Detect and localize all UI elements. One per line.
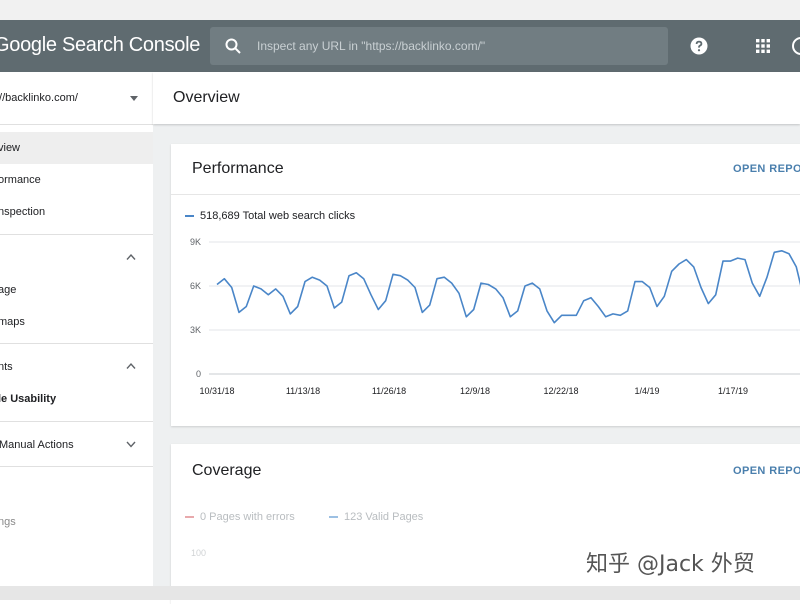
x-tick-label: 11/13/18 bbox=[286, 386, 320, 396]
sidebar-section-label: Manual Actions bbox=[0, 439, 74, 451]
dropdown-caret-icon bbox=[130, 96, 138, 101]
series-line-clicks[interactable] bbox=[216, 249, 800, 324]
sidebar-item-label: ormance bbox=[0, 174, 41, 186]
coverage-legend-valid[interactable]: 123 Valid Pages bbox=[329, 511, 423, 523]
sidebar-item-coverage[interactable]: age bbox=[0, 274, 153, 306]
legend-label: 0 Pages with errors bbox=[200, 511, 295, 523]
app-header: Google Search Console Inspect any URL in… bbox=[0, 20, 800, 72]
search-icon bbox=[225, 38, 241, 54]
x-tick-label: 1/4/19 bbox=[634, 386, 659, 396]
x-tick-label: 12/9/18 bbox=[460, 386, 490, 396]
chevron-down-icon bbox=[126, 441, 136, 448]
coverage-card: Coverage OPEN REPORT 0 Pages with errors… bbox=[171, 444, 800, 604]
sidebar-item-label: view bbox=[0, 142, 21, 154]
url-inspect-search[interactable]: Inspect any URL in "https://backlinko.co… bbox=[210, 27, 668, 65]
y-tick-label: 9K bbox=[190, 237, 201, 247]
sidebar-item-overview[interactable]: view bbox=[0, 132, 153, 164]
sidebar-item-settings[interactable]: ngs bbox=[0, 506, 153, 538]
property-selector[interactable]: ://backlinko.com/ bbox=[0, 72, 153, 125]
legend-swatch bbox=[185, 215, 194, 218]
legend-swatch bbox=[329, 516, 338, 519]
window-frame-top bbox=[0, 0, 800, 20]
sidebar-item-mobile-usability[interactable]: le Usability bbox=[0, 383, 153, 415]
coverage-open-report-link[interactable]: OPEN REPORT bbox=[733, 465, 800, 477]
search-input[interactable]: Inspect any URL in "https://backlinko.co… bbox=[257, 39, 485, 53]
main-content: Overview Performance OPEN REPORT 518,689… bbox=[153, 72, 800, 604]
x-tick-label: 12/22/18 bbox=[543, 386, 578, 396]
sidebar-item-sitemaps[interactable]: maps bbox=[0, 306, 153, 338]
sidebar: ://backlinko.com/ view ormance nspection… bbox=[0, 72, 154, 586]
help-icon[interactable] bbox=[690, 37, 708, 55]
account-icon[interactable] bbox=[792, 37, 800, 55]
sidebar-item-label: age bbox=[0, 284, 17, 296]
card-divider bbox=[171, 194, 800, 195]
x-tick-label: 10/31/18 bbox=[199, 386, 234, 396]
window-frame-bottom bbox=[0, 586, 800, 600]
performance-legend[interactable]: 518,689 Total web search clicks bbox=[185, 210, 355, 222]
watermark: 知乎 @Jack 外贸 bbox=[586, 552, 755, 577]
legend-label: 518,689 Total web search clicks bbox=[200, 210, 356, 222]
performance-open-report-link[interactable]: OPEN REPORT bbox=[733, 163, 800, 175]
legend-swatch bbox=[185, 516, 194, 519]
chevron-up-icon bbox=[126, 362, 136, 369]
apps-grid-icon[interactable] bbox=[755, 38, 771, 54]
sidebar-item-label: ngs bbox=[0, 516, 16, 528]
sidebar-section-label: nts bbox=[0, 361, 13, 373]
performance-title: Performance bbox=[192, 160, 284, 177]
app-logo[interactable]: Google Search Console bbox=[0, 34, 200, 57]
x-tick-label: 1/17/19 bbox=[718, 386, 748, 396]
sidebar-section-enhancements[interactable]: nts bbox=[0, 351, 153, 383]
performance-card: Performance OPEN REPORT 518,689 Total we… bbox=[171, 144, 800, 426]
legend-label: 123 Valid Pages bbox=[344, 511, 424, 523]
sidebar-item-url-inspection[interactable]: nspection bbox=[0, 196, 153, 228]
sidebar-item-performance[interactable]: ormance bbox=[0, 164, 153, 196]
coverage-y-tick: 100 bbox=[191, 548, 207, 558]
sidebar-item-label: le Usability bbox=[0, 393, 57, 405]
sidebar-item-label: maps bbox=[0, 316, 25, 328]
x-tick-label: 11/26/18 bbox=[372, 386, 406, 396]
coverage-legend-errors[interactable]: 0 Pages with errors bbox=[185, 511, 295, 523]
sidebar-item-label: nspection bbox=[0, 206, 46, 218]
sidebar-section-manual-actions[interactable]: Manual Actions bbox=[0, 429, 153, 461]
sidebar-divider bbox=[0, 343, 153, 344]
coverage-title: Coverage bbox=[192, 462, 262, 479]
page-title: Overview bbox=[173, 89, 240, 106]
chevron-up-icon bbox=[126, 253, 136, 260]
y-tick-label: 0 bbox=[196, 369, 201, 379]
sidebar-item-links[interactable] bbox=[0, 474, 153, 506]
sidebar-divider bbox=[0, 466, 153, 467]
page-header: Overview bbox=[153, 72, 800, 124]
sidebar-divider bbox=[0, 421, 153, 422]
property-label: ://backlinko.com/ bbox=[0, 92, 78, 104]
sidebar-divider bbox=[0, 234, 153, 235]
y-tick-label: 6K bbox=[190, 281, 201, 291]
performance-chart: 0 3K 6K 9K 10/31/18 11/13/18 11/26/18 12/9/18 12… bbox=[190, 237, 800, 396]
y-tick-label: 3K bbox=[190, 325, 201, 335]
sidebar-section-index[interactable] bbox=[0, 242, 153, 274]
